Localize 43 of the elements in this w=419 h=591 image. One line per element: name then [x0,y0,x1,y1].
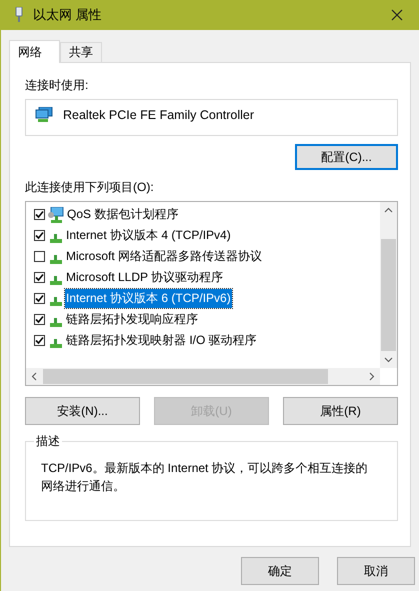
checkbox[interactable] [34,230,45,241]
checkbox[interactable] [34,209,45,220]
item-button[interactable]: 属性(R) [283,397,398,425]
checkbox[interactable] [34,251,45,262]
checkbox[interactable] [34,272,45,283]
network-node-icon [50,318,62,326]
list-item[interactable]: Microsoft LLDP 协议驱动程序 [65,268,224,287]
configure-button[interactable]: 配置(C)... [295,144,398,170]
dialog-button[interactable]: 取消 [337,557,415,585]
chevron-up-icon[interactable] [384,207,393,213]
network-node-icon [50,338,62,348]
network-adapter-icon [35,106,53,122]
list-item[interactable]: Internet 协议版本 4 (TCP/IPv4) [65,226,232,245]
network-node-icon [50,296,62,306]
network-node-icon [50,234,62,242]
checkbox[interactable] [34,314,45,325]
list-item[interactable]: Internet 协议版本 6 (TCP/IPv6) [65,289,232,308]
adapter-name: Realtek PCIe FE Family Controller [63,108,254,122]
vertical-scrollbar[interactable] [380,202,397,368]
item-button[interactable]: 安装(N)... [25,397,140,425]
chevron-down-icon[interactable] [384,357,393,363]
window-title: 以太网 属性 [33,6,103,24]
chevron-right-icon[interactable] [369,372,375,381]
dialog-button[interactable]: 确定 [241,557,319,585]
list-item[interactable]: QoS 数据包计划程序 [66,205,180,224]
checkbox[interactable] [34,293,45,304]
network-monitor-icon [48,206,65,222]
network-node-icon [50,276,62,284]
horizontal-scrollbar[interactable] [26,368,380,385]
tab[interactable]: 共享 [60,42,102,62]
list-item[interactable]: Microsoft 网络适配器多路传送器协议 [65,247,264,266]
description-text: TCP/IPv6。最新版本的 Internet 协议，可以跨多个相互连接的网络进行通信。 [41,460,369,495]
group-title: 描述 [34,433,62,450]
ethernet-plug-icon [14,7,24,23]
close-icon [391,9,403,21]
list-item[interactable]: 链路层拓扑发现映射器 I/O 驱动程序 [65,331,258,350]
checkbox[interactable] [34,335,45,346]
section-label: 此连接使用下列项目(O): [25,179,155,195]
chevron-left-icon[interactable] [31,372,37,381]
tab[interactable]: 网络 [9,40,60,63]
list-item[interactable]: 链路层拓扑发现响应程序 [65,310,199,329]
section-label: 连接时使用: [25,77,90,93]
network-node-icon [50,254,62,264]
